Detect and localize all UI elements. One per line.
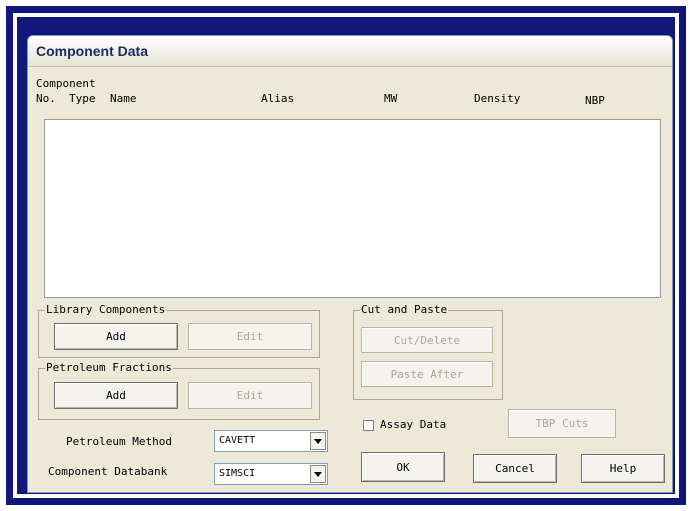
petroleum-method-value: CAVETT bbox=[219, 435, 256, 446]
title-bar[interactable]: Component Data bbox=[28, 36, 672, 67]
ok-button[interactable]: OK bbox=[361, 452, 445, 482]
col-mw: MW bbox=[384, 92, 398, 105]
col-nbp: NBP bbox=[585, 94, 605, 107]
col-name: Name bbox=[110, 92, 137, 105]
col-alias: Alias bbox=[261, 92, 295, 105]
tbp-cuts-button[interactable]: TBP Cuts bbox=[508, 409, 616, 438]
component-list[interactable] bbox=[44, 119, 661, 298]
component-databank-label: Component Databank bbox=[48, 465, 168, 478]
header-component: Component bbox=[36, 77, 96, 90]
component-databank-value: SIMSCI bbox=[219, 468, 256, 479]
component-data-dialog: Component Data Component No. Type Name A… bbox=[27, 35, 673, 493]
chevron-down-icon[interactable] bbox=[310, 432, 326, 450]
dialog-title: Component Data bbox=[36, 43, 148, 59]
library-add-button[interactable]: Add bbox=[54, 323, 178, 350]
component-databank-select[interactable]: SIMSCI bbox=[214, 463, 328, 485]
help-button[interactable]: Help bbox=[581, 454, 665, 483]
assay-data-label: Assay Data bbox=[380, 418, 447, 431]
petroleum-method-select[interactable]: CAVETT bbox=[214, 430, 328, 452]
library-components-label: Library Components bbox=[45, 303, 167, 316]
paste-after-button[interactable]: Paste After bbox=[361, 361, 493, 387]
petroleum-fractions-label: Petroleum Fractions bbox=[45, 361, 173, 374]
petroleum-method-label: Petroleum Method bbox=[66, 435, 172, 448]
chevron-down-icon[interactable] bbox=[310, 465, 326, 483]
cut-delete-button[interactable]: Cut/Delete bbox=[361, 327, 493, 353]
cancel-button[interactable]: Cancel bbox=[473, 454, 557, 483]
col-density: Density bbox=[474, 92, 521, 105]
assay-data-checkbox[interactable] bbox=[363, 420, 374, 431]
col-type: Type bbox=[69, 92, 96, 105]
petroleum-edit-button[interactable]: Edit bbox=[188, 382, 312, 409]
library-edit-button[interactable]: Edit bbox=[188, 323, 312, 350]
col-no: No. bbox=[36, 92, 56, 105]
cut-and-paste-label: Cut and Paste bbox=[360, 303, 449, 316]
petroleum-add-button[interactable]: Add bbox=[54, 382, 178, 409]
